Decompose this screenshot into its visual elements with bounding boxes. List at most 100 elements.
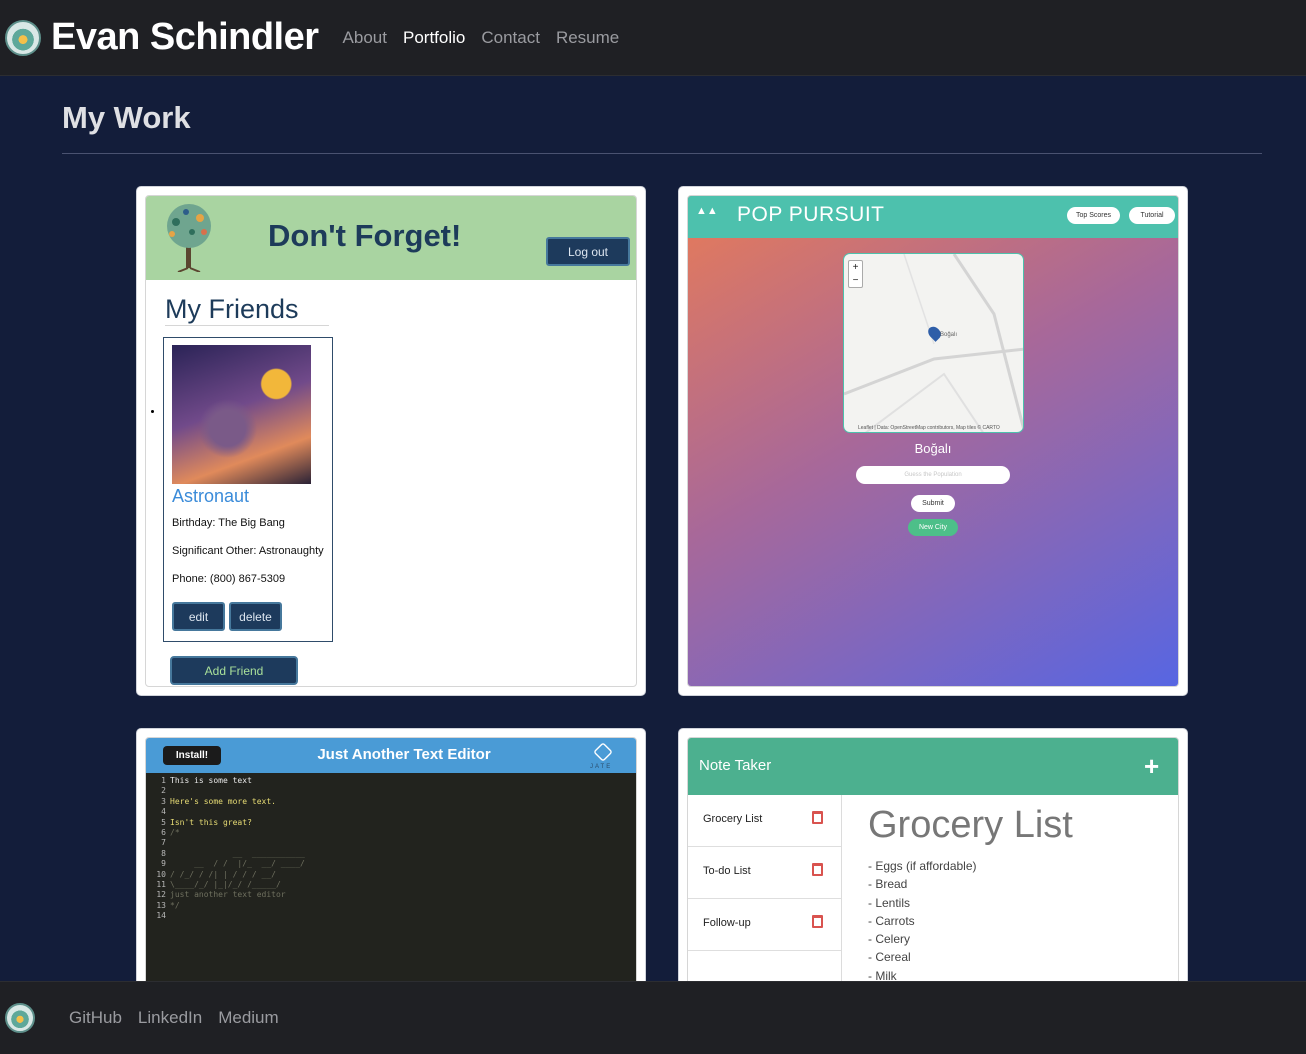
trash-icon[interactable] [812,811,823,824]
line-text: __ ___________ [170,848,305,858]
map-zoom-control[interactable]: + − [848,260,863,288]
note-line: - Cereal [868,950,911,964]
line-number: 13 [156,900,166,910]
friend-name[interactable]: Astronaut [172,486,249,507]
project-screenshot-note-taker: Note Taker + Grocery List To-do List Fol… [687,737,1179,1019]
editor-line: 9 __ / / |/_ __/ ____/ [148,859,305,869]
note-line: - Lentils [868,896,911,910]
line-text: Isn't this great? [170,817,252,827]
note-title[interactable]: Grocery List [868,804,1073,847]
line-text: This is some text [170,776,252,785]
line-number: 1 [161,776,166,785]
friend-phone: Phone: (800) 867-5309 [172,573,286,585]
nav-links: About Portfolio Contact Resume [343,28,620,48]
trash-icon[interactable] [812,915,823,928]
zoom-out-button[interactable]: − [849,274,862,287]
project-screenshot-pop-pursuit: ▲▲ POP PURSUIT Top Scores Tutorial + − B… [687,195,1179,687]
line-number: 7 [161,838,166,848]
note-line: - Bread [868,877,908,891]
editor-line: 5 Isn't this great? [148,818,252,828]
top-scores-button[interactable]: Top Scores [1067,207,1120,224]
new-city-button[interactable]: New City [908,519,958,536]
note-item-followup[interactable]: Follow-up [688,899,841,951]
note-line: - Celery [868,932,911,946]
line-text: __ / / |/_ __/ ____/ [170,859,305,869]
footer-link-github[interactable]: GitHub [69,1008,122,1028]
site-logo-icon[interactable] [5,19,41,56]
astronaut-image [172,345,311,484]
line-number: 8 [161,848,166,858]
line-number: 5 [161,817,166,827]
zoom-in-button[interactable]: + [849,261,862,274]
line-text: just another text editor [170,890,286,900]
line-text: Here's some more text. [170,796,276,806]
friend-card: Astronaut Birthday: The Big Bang Signifi… [163,337,333,642]
population-guess-input[interactable]: Guess the Population [856,466,1010,484]
note-item-todo[interactable]: To-do List [688,847,841,899]
project-screenshot-dont-forget: Don't Forget! Log out My Friends Astrona… [145,195,637,687]
editor-line: 8 __ ___________ [148,849,305,859]
friend-significant-other: Significant Other: Astronaughty [172,545,324,557]
nav-link-contact[interactable]: Contact [481,28,540,48]
navbar: Evan Schindler About Portfolio Contact R… [0,0,1306,76]
tree-logo-icon [167,204,211,272]
editor-line: 2 [148,786,170,796]
line-text: */ [170,900,180,910]
nav-link-about[interactable]: About [343,28,387,48]
line-text: / /_/ / /| | / / / __/ [170,869,276,879]
trash-icon[interactable] [812,863,823,876]
line-number: 9 [161,859,166,869]
df-subtitle: My Friends [165,294,329,326]
project-card-dont-forget[interactable]: Don't Forget! Log out My Friends Astrona… [136,186,646,696]
list-bullet [151,410,154,413]
footer-link-medium[interactable]: Medium [218,1008,278,1028]
editor-line: 13 */ [148,900,180,911]
line-number: 10 [156,869,166,879]
map-roads [844,254,1023,432]
submit-button[interactable]: Submit [911,495,955,512]
note-item-grocery[interactable]: Grocery List [688,795,841,847]
section-title: My Work [62,100,191,135]
footer-link-linkedin[interactable]: LinkedIn [138,1008,202,1028]
line-number: 14 [156,911,166,921]
editor-line: 11 \____/_/ |_|/_/ /_____/ [148,880,280,890]
jate-header: Install! Just Another Text Editor JATE [146,738,636,773]
df-header: Don't Forget! Log out [146,196,636,280]
project-card-pop-pursuit[interactable]: ▲▲ POP PURSUIT Top Scores Tutorial + − B… [678,186,1188,696]
editor-line: 6 /* [148,828,179,838]
footer-logo-icon[interactable] [5,1003,35,1033]
footer: GitHub LinkedIn Medium [0,981,1306,1054]
df-title: Don't Forget! [268,218,462,253]
jate-title: Just Another Text Editor [317,746,491,763]
tutorial-button[interactable]: Tutorial [1129,207,1175,224]
editor-line: 1 This is some text [148,776,252,786]
map-attribution: Leaflet | Data: OpenStreetMap contributo… [858,425,1000,431]
note-item-label: Grocery List [703,813,763,825]
edit-button[interactable]: edit [172,602,225,631]
editor-line: 12 just another text editor [148,890,286,900]
nt-header: Note Taker + [688,738,1178,795]
jate-logo-text: JATE [590,764,613,770]
nav-link-resume[interactable]: Resume [556,28,619,48]
pp-title: POP PURSUIT [737,203,885,226]
nav-link-portfolio[interactable]: Portfolio [403,28,465,48]
line-number: 4 [161,807,166,817]
pp-logo-icon: ▲▲ [696,205,718,217]
note-line: - Eggs (if affordable) [868,859,977,873]
city-name: Boğalı [914,441,952,456]
note-item-label: Follow-up [703,917,751,929]
line-number: 6 [161,828,166,837]
brand-name[interactable]: Evan Schindler [51,16,319,59]
line-number: 2 [161,786,166,796]
line-number: 12 [156,890,166,900]
friend-birthday: Birthday: The Big Bang [172,517,285,529]
footer-links: GitHub LinkedIn Medium [69,1008,279,1028]
map-place-label: Boğalı [940,332,958,338]
add-friend-button[interactable]: Add Friend [170,656,298,685]
city-map[interactable]: + − Boğalı Leaflet | Data: OpenStreetMap… [843,253,1024,433]
delete-button[interactable]: delete [229,602,282,631]
note-item-label: To-do List [703,865,751,877]
add-note-icon[interactable]: + [1144,751,1159,782]
df-logout-button[interactable]: Log out [546,237,630,266]
pp-header: ▲▲ POP PURSUIT Top Scores Tutorial [688,196,1178,238]
